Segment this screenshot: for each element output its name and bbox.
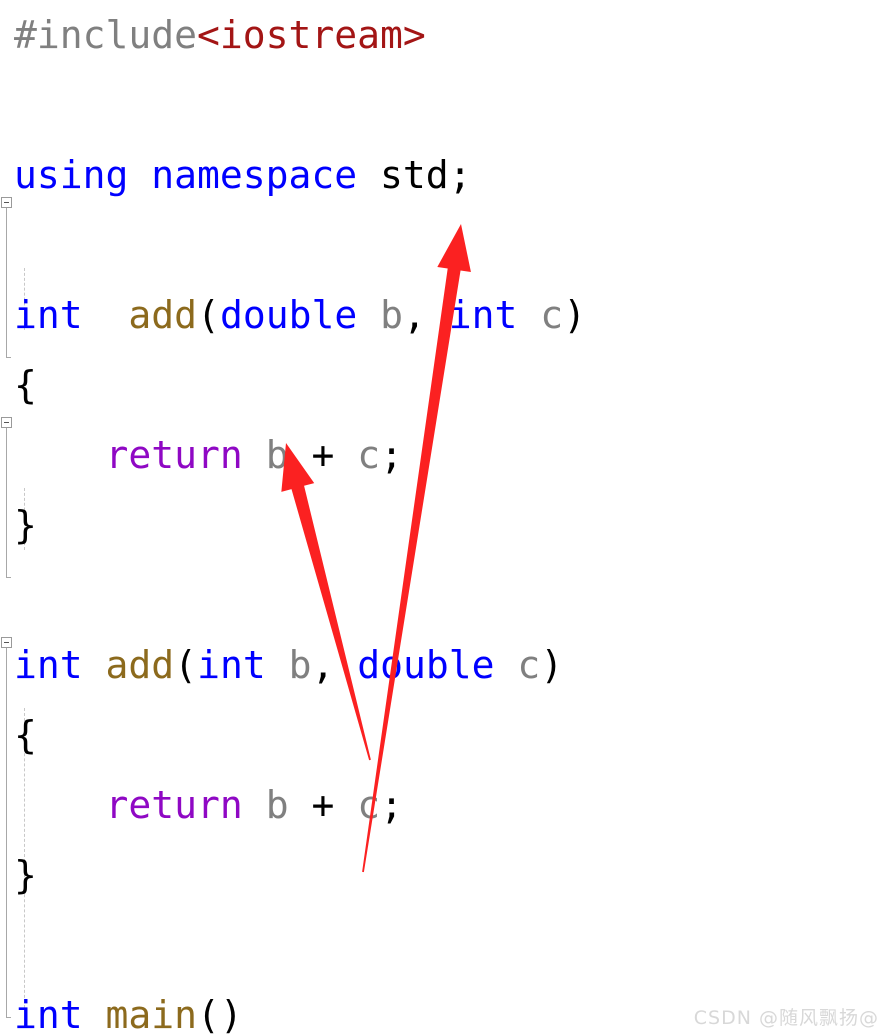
- token-var: c: [517, 643, 541, 687]
- token-plain: ;: [380, 433, 403, 477]
- code-text-area[interactable]: #include<iostream> using namespace std; …: [0, 0, 891, 1036]
- token-ctrl: return: [105, 433, 243, 477]
- token-fn: main: [105, 993, 198, 1036]
- line-include[interactable]: #include<iostream>: [0, 0, 891, 70]
- line-add1-open-brace[interactable]: {: [0, 350, 891, 420]
- token-var: b: [288, 643, 312, 687]
- token-kw: int: [197, 643, 266, 687]
- token-var: b: [380, 293, 403, 337]
- line-blank-3[interactable]: [0, 560, 891, 630]
- line-add2-signature[interactable]: int add(int b, double c): [0, 630, 891, 700]
- screenshot-root: #include<iostream> using namespace std; …: [0, 0, 891, 1036]
- token-header: <iostream>: [197, 13, 426, 57]
- token-kw: double: [219, 293, 358, 337]
- token-plain: (: [174, 643, 198, 687]
- token-plain: ;: [380, 783, 403, 827]
- line-blank-2[interactable]: [0, 210, 891, 280]
- token-kw: double: [357, 643, 495, 687]
- token-fn: add: [105, 643, 175, 687]
- line-add1-close-brace[interactable]: }: [0, 490, 891, 560]
- token-fn: add: [128, 293, 198, 337]
- token-kw: int: [448, 293, 518, 337]
- token-kw: using namespace: [14, 153, 358, 197]
- token-plain: std;: [357, 153, 472, 197]
- token-pre: #include: [14, 13, 198, 57]
- csdn-watermark: CSDN @随风飘扬@: [693, 1007, 879, 1029]
- line-add2-close-brace[interactable]: }: [0, 840, 891, 910]
- token-plain: }: [14, 503, 37, 547]
- token-plain: ): [563, 293, 587, 337]
- token-kw: int: [14, 993, 83, 1036]
- line-add2-return[interactable]: return b + c;: [0, 770, 891, 840]
- line-add2-open-brace[interactable]: {: [0, 700, 891, 770]
- token-kw: int: [14, 643, 83, 687]
- token-plain: {: [14, 713, 37, 757]
- line-using[interactable]: using namespace std;: [0, 140, 891, 210]
- line-blank-4[interactable]: [0, 910, 891, 980]
- token-plain: (: [197, 293, 220, 337]
- token-var: c: [540, 293, 564, 337]
- line-add1-signature[interactable]: int add(double b, int c): [0, 280, 891, 350]
- token-var: c: [357, 783, 381, 827]
- token-plain: {: [14, 363, 37, 407]
- token-var: b: [265, 433, 289, 477]
- token-var: c: [357, 433, 381, 477]
- token-plain: ,: [403, 293, 449, 337]
- token-kw: int: [14, 293, 83, 337]
- token-plain: (): [197, 993, 243, 1036]
- token-plain: ,: [311, 643, 358, 687]
- line-blank-1[interactable]: [0, 70, 891, 140]
- token-plain: ): [540, 643, 564, 687]
- code-editor-surface[interactable]: #include<iostream> using namespace std; …: [0, 0, 891, 1036]
- token-ctrl: return: [105, 783, 243, 827]
- token-plain: }: [14, 853, 37, 897]
- token-plain: +: [288, 783, 358, 827]
- token-plain: +: [288, 433, 358, 477]
- line-add1-return[interactable]: return b + c;: [0, 420, 891, 490]
- token-var: b: [265, 783, 289, 827]
